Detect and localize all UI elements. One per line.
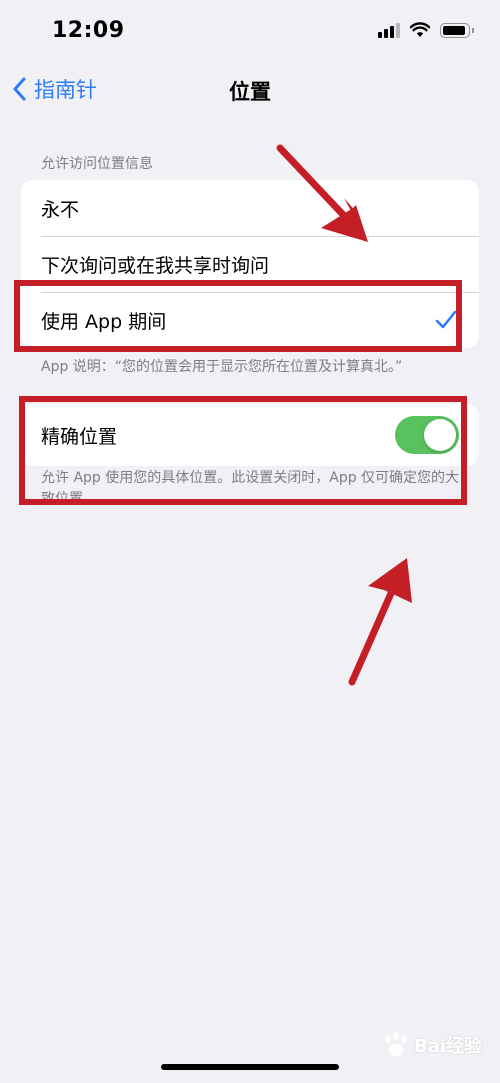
- precise-location-description: 允许 App 使用您的具体位置。此设置关闭时，App 仅可确定您的大致位置。: [41, 470, 460, 500]
- cellular-signal-icon: [378, 22, 400, 38]
- section-header-location-access: 允许访问位置信息: [41, 156, 153, 172]
- battery-icon: [440, 22, 474, 38]
- option-label: 永不: [41, 198, 80, 221]
- status-bar: 12:09: [0, 0, 500, 60]
- precise-location-row: 精确位置: [21, 404, 479, 466]
- baidu-paw-logo-icon: [382, 1032, 410, 1058]
- option-label: 下次询问或在我共享时询问: [41, 254, 270, 277]
- option-while-using-app[interactable]: 使用 App 期间: [21, 292, 479, 348]
- precise-location-group: 精确位置: [21, 404, 479, 466]
- watermark-text: Bai经验: [413, 1036, 482, 1057]
- app-usage-description: App 说明：“您的位置会用于显示您所在位置及计算真北。”: [41, 359, 403, 375]
- home-indicator: [161, 1064, 339, 1070]
- status-icons: [378, 22, 474, 38]
- annotation-arrow-up: [348, 558, 412, 686]
- navigation-bar: 指南针 位置: [0, 66, 500, 110]
- option-never[interactable]: 永不: [21, 180, 479, 236]
- wifi-icon: [410, 22, 430, 37]
- location-access-group: 永不 下次询问或在我共享时询问 使用 App 期间: [21, 180, 479, 348]
- precise-location-toggle[interactable]: [395, 416, 459, 454]
- option-ask-next-time[interactable]: 下次询问或在我共享时询问: [21, 236, 479, 292]
- page-title: 位置: [229, 80, 271, 104]
- checkmark-icon: [435, 310, 457, 329]
- precise-location-label: 精确位置: [41, 425, 118, 448]
- toggle-knob: [424, 419, 456, 451]
- status-time: 12:09: [52, 18, 125, 43]
- option-label: 使用 App 期间: [41, 310, 167, 333]
- baidu-jingyan-watermark: Bai经验: [382, 1032, 482, 1058]
